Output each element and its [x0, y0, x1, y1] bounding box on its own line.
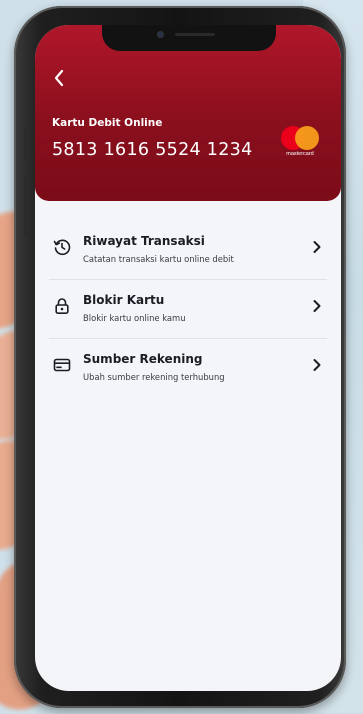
menu-item-riwayat-transaksi[interactable]: Riwayat Transaksi Catatan transaksi kart…	[49, 221, 327, 280]
chevron-left-icon	[54, 69, 64, 87]
phone-notch	[102, 25, 276, 51]
mastercard-logo: mastercard	[278, 126, 322, 160]
phone-screen: Kartu Debit Online 5813 1616 5524 1234 m…	[35, 25, 341, 691]
card-icon	[53, 358, 71, 372]
back-button[interactable]	[49, 67, 71, 89]
menu-item-subtitle: Catatan transaksi kartu online debit	[83, 254, 234, 264]
mastercard-text: mastercard	[286, 151, 314, 157]
mastercard-yellow-circle	[295, 126, 319, 150]
camera-icon	[157, 31, 164, 38]
menu-item-subtitle: Blokir kartu online kamu	[83, 313, 186, 323]
chevron-right-icon	[313, 359, 321, 371]
card-number: 5813 1616 5524 1234	[52, 140, 253, 160]
menu-item-title: Blokir Kartu	[83, 293, 165, 307]
menu-item-subtitle: Ubah sumber rekening terhubung	[83, 372, 225, 382]
card-header: Kartu Debit Online 5813 1616 5524 1234 m…	[35, 25, 341, 201]
history-icon	[53, 239, 71, 256]
card-menu: Riwayat Transaksi Catatan transaksi kart…	[49, 221, 327, 397]
menu-item-blokir-kartu[interactable]: Blokir Kartu Blokir kartu online kamu	[49, 280, 327, 339]
speaker-grille	[175, 33, 215, 36]
card-label: Kartu Debit Online	[52, 117, 163, 129]
phone-side-button	[24, 126, 29, 162]
menu-item-sumber-rekening[interactable]: Sumber Rekening Ubah sumber rekening ter…	[49, 339, 327, 397]
chevron-right-icon	[313, 241, 321, 253]
chevron-right-icon	[313, 300, 321, 312]
menu-item-title: Riwayat Transaksi	[83, 234, 205, 248]
phone-side-button	[24, 176, 29, 236]
menu-item-title: Sumber Rekening	[83, 352, 203, 366]
lock-icon	[55, 298, 69, 314]
